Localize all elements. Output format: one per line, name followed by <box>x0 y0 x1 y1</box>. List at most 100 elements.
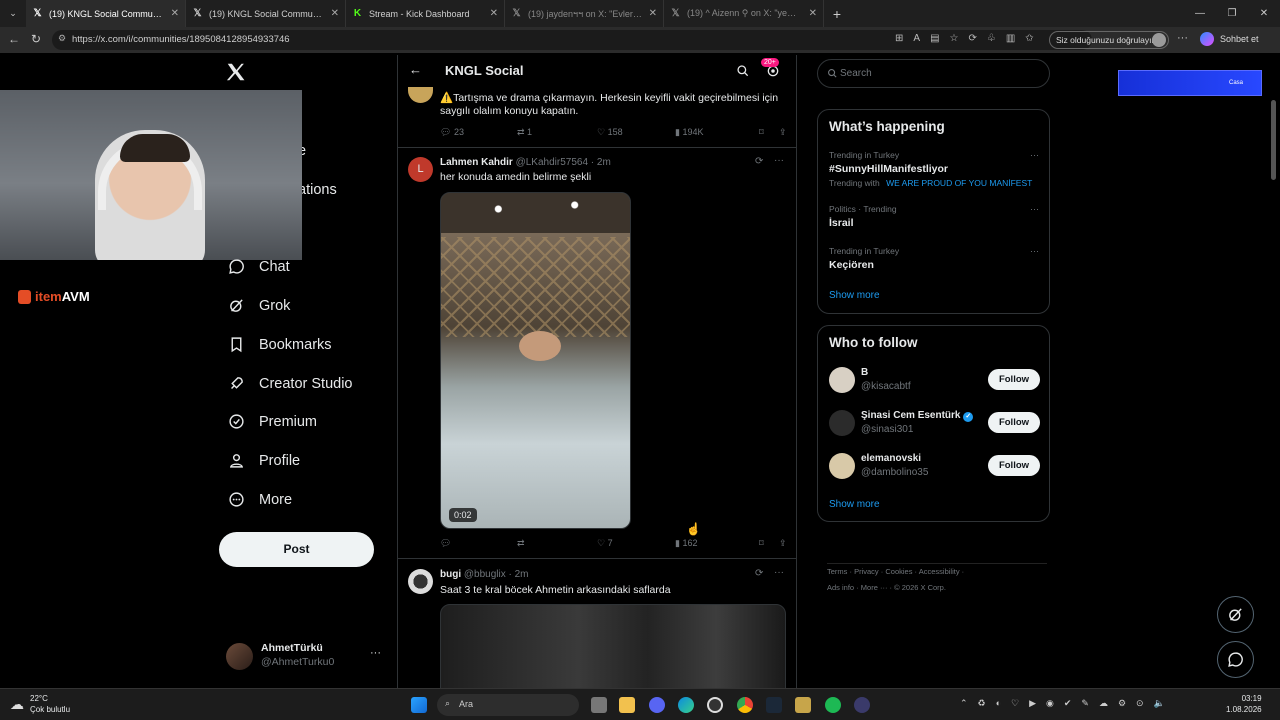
post-button[interactable]: Post <box>219 532 374 567</box>
ad-banner[interactable]: Casa <box>1118 70 1262 96</box>
reply-button[interactable]: 💬︎ 23 <box>440 127 517 138</box>
footer-link-cookies[interactable]: Cookies <box>885 567 912 576</box>
new-tab-button[interactable]: + <box>824 6 850 22</box>
share-icon[interactable]: ⇪ <box>779 127 787 138</box>
grok-icon[interactable]: ⟳ <box>755 568 763 579</box>
footer-link-ads[interactable]: Ads info <box>827 583 854 592</box>
edge-icon[interactable] <box>678 697 694 713</box>
views-button[interactable]: ▮ 162 <box>675 538 759 549</box>
steam-icon[interactable] <box>766 697 782 713</box>
author-name[interactable]: Lahmen Kahdir <box>440 157 513 168</box>
extensions-puzzle-icon[interactable]: ♧ <box>987 33 996 44</box>
browser-tab-5[interactable]: 𝕏 (19) ^ Aizenn ⚲ on X: "yemek ya ✕ <box>664 0 824 27</box>
split-screen-icon[interactable]: ▥ <box>1006 33 1015 44</box>
trend-extra-link[interactable]: WE ARE PROUD OF YOU MANİFEST <box>886 178 1032 188</box>
file-explorer-icon[interactable] <box>619 697 635 713</box>
close-icon[interactable]: ✕ <box>490 8 498 19</box>
browser-tab-3[interactable]: K Stream - Kick Dashboard ✕ <box>346 0 505 27</box>
more-icon[interactable]: ··· <box>1030 204 1039 214</box>
follow-button[interactable]: Follow <box>988 455 1040 476</box>
sidebar-item-more[interactable]: More <box>228 491 292 508</box>
follow-suggestion[interactable]: Şinasi Cem Esentürk ✓ @sinasi301 Follow <box>818 409 1051 439</box>
window-close-icon[interactable]: ✕ <box>1248 8 1280 19</box>
translate-icon[interactable]: ⊞ <box>895 33 903 44</box>
tweet-video[interactable]: 0:02 <box>440 192 631 529</box>
footer-link-privacy[interactable]: Privacy <box>854 567 879 576</box>
system-tray[interactable]: ⌃♻◐♡▶◉✔✎☁⚙⊙🔈 <box>960 698 1175 709</box>
sidebar-item-chat[interactable]: Chat <box>228 258 290 275</box>
messages-float-button[interactable] <box>1217 641 1254 678</box>
tweet[interactable]: bugi @bbuglix · 2m ⟳ ··· Saat 3 te kral … <box>398 560 796 688</box>
extension-icon[interactable]: ⟳ <box>968 33 976 44</box>
browser-tab-1[interactable]: 𝕏 (19) KNGL Social Community / X ✕ <box>26 0 186 27</box>
favorites-bar-icon[interactable]: ✩ <box>1025 33 1033 44</box>
grok-float-button[interactable] <box>1217 596 1254 633</box>
tab-list-button[interactable]: ⌄ <box>0 0 26 27</box>
close-icon[interactable]: ✕ <box>649 8 657 19</box>
close-icon[interactable]: ✕ <box>171 8 179 19</box>
footer-link-terms[interactable]: Terms <box>827 567 847 576</box>
search-input[interactable]: Search <box>817 59 1050 88</box>
clock[interactable]: 03:19 1.08.2026 <box>1226 693 1262 715</box>
author-handle[interactable]: @LKahdir57564 <box>516 157 588 168</box>
favorite-icon[interactable]: ☆ <box>950 33 959 44</box>
x-logo-icon[interactable] <box>225 61 247 83</box>
author-handle[interactable]: @bbuglix <box>464 569 506 580</box>
refresh-icon[interactable]: ↻ <box>31 32 41 46</box>
discord-icon[interactable] <box>649 697 665 713</box>
verify-identity-button[interactable]: Siz olduğunuzu doğrulayın <box>1049 31 1169 49</box>
search-icon[interactable] <box>736 64 750 78</box>
reply-button[interactable]: 💬︎ <box>440 538 517 549</box>
share-icon[interactable]: ⇪ <box>779 538 787 549</box>
app-icon[interactable] <box>854 697 870 713</box>
author-name[interactable]: bugi <box>440 569 461 580</box>
repost-button[interactable]: ⇄ 1 <box>517 127 597 138</box>
repost-button[interactable]: ⇄ <box>517 538 597 549</box>
footer-link-accessibility[interactable]: Accessibility <box>919 567 960 576</box>
back-icon[interactable]: ← <box>8 32 20 46</box>
trend-item[interactable]: Trending in Turkey #SunnyHillManifestliy… <box>829 150 1039 188</box>
show-more-link[interactable]: Show more <box>829 290 880 301</box>
browser-menu-icon[interactable]: ··· <box>1177 32 1188 44</box>
more-icon[interactable]: ··· <box>370 647 381 659</box>
pinned-tweet[interactable]: ⚠️Tartışma ve drama çıkarmayın. Herkesin… <box>398 87 796 148</box>
spotify-icon[interactable] <box>825 697 841 713</box>
tweet-time[interactable]: · 2m <box>509 569 529 580</box>
more-icon[interactable]: ··· <box>774 567 784 578</box>
weather-widget[interactable]: ☁ 22°C Çok bulutlu <box>10 693 70 715</box>
sidebar-item-premium[interactable]: Premium <box>228 413 317 430</box>
bookmark-icon[interactable]: ⌑ <box>759 127 779 138</box>
task-view-icon[interactable] <box>591 697 607 713</box>
back-arrow-icon[interactable]: ← <box>409 62 422 77</box>
site-info-icon[interactable]: ⚙ <box>58 33 66 44</box>
trend-item[interactable]: Politics · Trending İsrail ··· <box>829 204 1039 229</box>
tweet-media[interactable] <box>440 604 786 688</box>
tweet[interactable]: L Lahmen Kahdir @LKahdir57564 · 2m ⟳ ···… <box>398 148 796 559</box>
follow-suggestion[interactable]: elemanovski @dambolino35 Follow <box>818 452 1051 482</box>
taskbar-search[interactable]: ⌕ Ara <box>437 694 579 716</box>
tweet-time[interactable]: · 2m <box>591 157 611 168</box>
start-icon[interactable] <box>411 697 427 713</box>
like-button[interactable]: ♡ 7 <box>597 538 675 549</box>
reader-icon[interactable]: ▤ <box>930 33 939 44</box>
browser-tab-4[interactable]: 𝕏 (19) jaydenฯฯ on X: "Evleri yakın o ✕ <box>505 0 664 27</box>
read-aloud-icon[interactable]: A <box>913 33 920 44</box>
browser-tab-2[interactable]: 𝕏 (19) KNGL Social Community / X ✕ <box>186 0 346 27</box>
sidebar-item-grok[interactable]: Grok <box>228 297 290 314</box>
like-button[interactable]: ♡ 158 <box>597 127 675 138</box>
sidebar-item-creator-studio[interactable]: Creator Studio <box>228 375 353 392</box>
footer-link-more[interactable]: More ··· <box>861 583 888 592</box>
minimize-icon[interactable]: — <box>1184 8 1216 19</box>
grok-icon[interactable]: ⟳ <box>755 156 763 167</box>
sidebar-item-profile[interactable]: Profile <box>228 452 300 469</box>
more-icon[interactable]: ··· <box>774 155 784 166</box>
obs-icon[interactable] <box>707 697 723 713</box>
trend-item[interactable]: Trending in Turkey Keçiören ··· <box>829 246 1039 271</box>
chrome-icon[interactable] <box>737 697 753 713</box>
bookmark-icon[interactable]: ⌑ <box>759 538 779 549</box>
more-icon[interactable]: ··· <box>1030 246 1039 256</box>
follow-button[interactable]: Follow <box>988 369 1040 390</box>
follow-button[interactable]: Follow <box>988 412 1040 433</box>
close-icon[interactable]: ✕ <box>331 8 339 19</box>
show-more-link[interactable]: Show more <box>829 499 880 510</box>
